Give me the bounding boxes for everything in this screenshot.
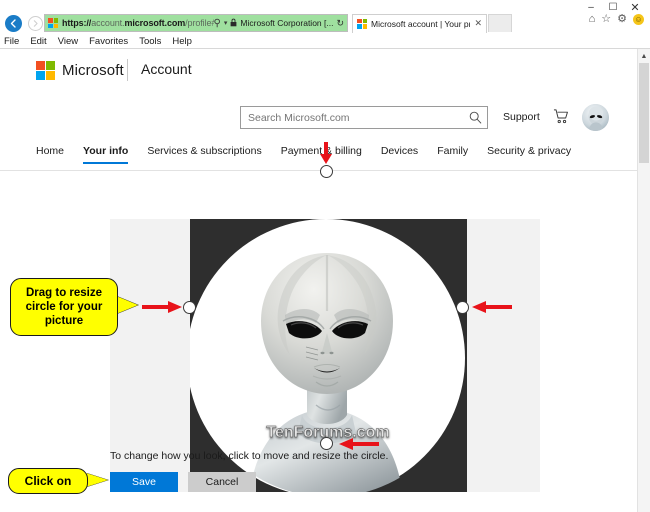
address-bar[interactable]: https://account.microsoft.com/profile#/e… <box>44 14 348 32</box>
address-url: https://account.microsoft.com/profile#/e… <box>62 18 214 28</box>
cart-icon[interactable] <box>553 109 569 129</box>
user-avatar[interactable] <box>582 104 609 131</box>
crop-handle-top[interactable] <box>320 165 333 178</box>
save-button[interactable]: Save <box>110 472 178 492</box>
nav-tab-your-info[interactable]: Your info <box>83 145 129 164</box>
arrow-right-icon <box>472 301 512 313</box>
site-favicon-icon <box>48 18 58 28</box>
reload-icon[interactable]: ↻ <box>336 18 344 29</box>
crop-handle-bottom[interactable] <box>320 437 333 450</box>
browser-window: – ☐ ✕ https://account.microsoft.com/prof… <box>0 0 650 512</box>
brand-label: Microsoft <box>62 62 124 79</box>
forward-button[interactable] <box>26 12 44 34</box>
back-arrow-icon <box>4 14 22 32</box>
chevron-down-icon[interactable]: ▾ <box>224 19 228 27</box>
tab-favicon-icon <box>357 18 367 29</box>
address-tab-row: https://account.microsoft.com/profile#/e… <box>0 12 650 34</box>
search-input[interactable] <box>241 111 463 124</box>
arrow-top-icon <box>320 142 332 164</box>
lock-icon <box>230 18 237 29</box>
home-icon[interactable]: ⌂ <box>589 14 596 25</box>
callout-click-on: Click on <box>8 468 88 494</box>
menu-edit[interactable]: Edit <box>30 36 46 47</box>
nav-tab-services-subscriptions[interactable]: Services & subscriptions <box>147 145 261 164</box>
crop-handle-right[interactable] <box>456 301 469 314</box>
nav-tab-family[interactable]: Family <box>437 145 468 164</box>
menu-bar: File Edit View Favorites Tools Help <box>0 34 650 48</box>
menu-help[interactable]: Help <box>172 36 192 47</box>
address-bar-icons: ⚲ ▾ Microsoft Corporation [... ↻ <box>214 18 344 29</box>
forward-arrow-icon <box>27 15 43 31</box>
nav-tab-devices[interactable]: Devices <box>381 145 418 164</box>
browser-tab[interactable]: Microsoft account | Your pr... ✕ <box>352 13 487 33</box>
editor-button-row: Save Cancel <box>110 472 256 492</box>
url-subdomain: account. <box>91 18 125 28</box>
product-label: Account <box>141 61 192 77</box>
url-protocol: https:// <box>62 18 92 28</box>
new-tab-button[interactable] <box>488 14 512 32</box>
url-path: /profile#/edit-picture <box>185 18 213 28</box>
address-search-icon[interactable]: ⚲ <box>214 18 221 29</box>
feedback-smiley-icon[interactable]: ☺ <box>633 14 644 25</box>
back-button[interactable] <box>0 12 26 34</box>
microsoft-header: Microsoft Account <box>0 49 638 94</box>
support-link[interactable]: Support <box>503 111 540 123</box>
crop-instruction-text: To change how you look, click to move an… <box>110 450 389 462</box>
gear-icon[interactable]: ⚙ <box>617 14 627 25</box>
browser-toolbar-icons: ⌂ ☆ ⚙ ☺ <box>589 14 644 25</box>
menu-file[interactable]: File <box>4 36 19 47</box>
search-box[interactable] <box>240 106 488 129</box>
certificate-label: Microsoft Corporation [... <box>240 18 334 28</box>
tab-close-icon[interactable]: ✕ <box>474 18 482 29</box>
callout-click-tail <box>86 473 108 487</box>
search-icon[interactable] <box>463 111 487 124</box>
header-divider <box>127 59 128 81</box>
nav-underline <box>0 170 638 171</box>
callout-resize-tail <box>116 296 138 314</box>
cancel-button[interactable]: Cancel <box>188 472 256 492</box>
crop-handle-left[interactable] <box>183 301 196 314</box>
arrow-left-icon <box>142 301 182 313</box>
nav-tab-security-privacy[interactable]: Security & privacy <box>487 145 571 164</box>
page-scrollbar[interactable]: ▲ <box>637 49 650 512</box>
scroll-up-icon[interactable]: ▲ <box>638 50 650 62</box>
scrollbar-thumb[interactable] <box>639 63 649 163</box>
microsoft-logo-icon <box>36 61 55 80</box>
microsoft-logo[interactable]: Microsoft <box>36 61 124 80</box>
menu-favorites[interactable]: Favorites <box>89 36 128 47</box>
tab-title: Microsoft account | Your pr... <box>371 18 471 29</box>
favorites-star-icon[interactable]: ☆ <box>601 14 611 25</box>
url-domain: microsoft.com <box>124 18 186 28</box>
menu-view[interactable]: View <box>58 36 78 47</box>
nav-tab-home[interactable]: Home <box>36 145 64 164</box>
callout-resize: Drag to resize circle for your picture <box>10 278 118 336</box>
menu-tools[interactable]: Tools <box>139 36 161 47</box>
